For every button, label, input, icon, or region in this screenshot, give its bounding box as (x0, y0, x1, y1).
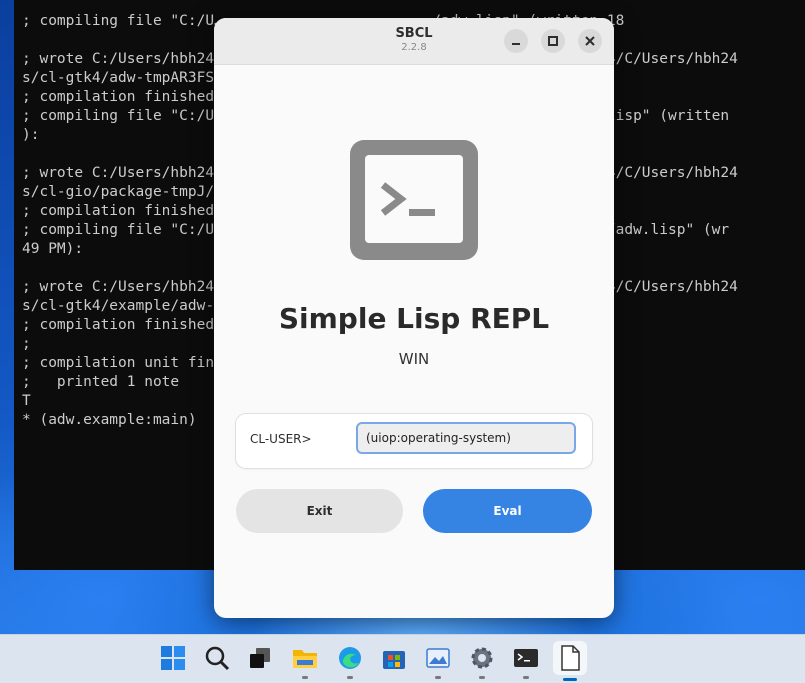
terminal-line: ; printed 1 note (22, 374, 180, 390)
terminal-line: ): (22, 127, 40, 143)
store-icon (383, 651, 405, 669)
repl-input-row: CL-USER> (236, 414, 592, 468)
app-heading: Simple Lisp REPL (278, 302, 550, 335)
terminal-line: ; (22, 336, 31, 352)
search-icon (205, 646, 230, 671)
maximize-button[interactable] (541, 29, 565, 53)
terminal-line: T (22, 393, 31, 409)
terminal-line: s/cl-gtk4/example/adw- (22, 298, 215, 314)
eval-button[interactable]: Eval (423, 489, 592, 533)
file-explorer-icon (293, 650, 317, 668)
terminal-icon (514, 649, 538, 667)
terminal-line: ; compilation finished (22, 317, 215, 333)
dialog-titlebar[interactable]: SBCL 2.2.8 (214, 18, 614, 65)
terminal-line: * (adw.example:main) (22, 412, 197, 428)
repl-input[interactable] (356, 422, 576, 454)
terminal-line: ; compilation finished (22, 89, 215, 105)
close-button[interactable] (578, 29, 602, 53)
repl-prompt-label: CL-USER> (250, 432, 312, 446)
app-terminal-icon (350, 140, 478, 260)
close-icon (585, 36, 595, 46)
photos-button[interactable] (423, 643, 453, 679)
edge-icon (339, 647, 361, 669)
terminal-line: 49 PM): (22, 241, 84, 257)
taskbar (0, 634, 805, 683)
store-button[interactable] (379, 643, 409, 673)
task-view-button[interactable] (245, 643, 275, 673)
task-view-icon (250, 648, 270, 668)
file-explorer-button[interactable] (290, 643, 320, 679)
os-result-label: WIN (398, 350, 430, 368)
terminal-line: ; compilation finished (22, 203, 215, 219)
photos-icon (426, 648, 450, 668)
sbcl-dialog: SBCL 2.2.8 Simple Lisp REPL WIN CL-USER>… (214, 18, 614, 618)
minimize-icon (512, 43, 520, 45)
minimize-button[interactable] (504, 29, 528, 53)
edge-button[interactable] (335, 643, 365, 679)
terminal-line: s/cl-gtk4/adw-tmpAR3FS (22, 70, 215, 86)
settings-icon (471, 647, 493, 669)
windows-start-icon (161, 646, 185, 670)
maximize-icon (548, 36, 558, 46)
settings-button[interactable] (467, 643, 497, 679)
start-button[interactable] (158, 643, 188, 673)
terminal-line: ; compilation unit fin (22, 355, 215, 371)
document-icon (561, 645, 580, 671)
document-taskbar-button[interactable] (553, 641, 587, 681)
terminal-line: s/cl-gio/package-tmpJ/ (22, 184, 215, 200)
terminal-taskbar-button[interactable] (511, 643, 541, 679)
exit-button[interactable]: Exit (236, 489, 403, 533)
search-button[interactable] (202, 643, 232, 673)
